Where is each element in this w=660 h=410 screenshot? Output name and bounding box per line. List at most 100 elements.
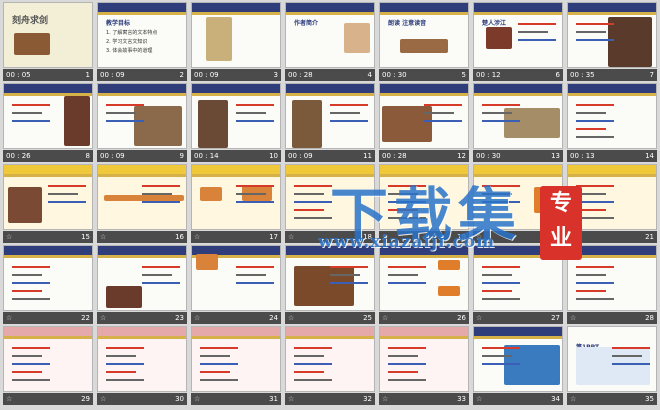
slide-preview[interactable] <box>379 245 469 311</box>
transition-icon: ☆ <box>194 233 201 241</box>
slide-thumbnail[interactable]: ☆ 15 <box>3 164 93 243</box>
slide-thumbnail[interactable]: 刻舟求剑 00 : 05 1 <box>3 2 93 81</box>
slide-preview[interactable] <box>191 326 281 392</box>
slide-preview[interactable] <box>285 245 375 311</box>
slide-thumbnail[interactable]: ☆ 24 <box>191 245 281 324</box>
slide-number: 29 <box>81 395 90 403</box>
slide-preview[interactable]: 刻舟求剑 <box>3 2 93 68</box>
slide-text-placeholder <box>482 120 520 122</box>
slide-thumbnail[interactable]: 00 : 09 11 <box>285 83 375 162</box>
slide-thumbnail[interactable]: 第1PPT ☆ 35 <box>567 326 657 405</box>
slide-thumbnail[interactable]: 楚人涉江 00 : 12 6 <box>473 2 563 81</box>
slide-image <box>200 187 222 201</box>
slide-text-placeholder <box>388 371 418 373</box>
slide-thumbnail[interactable]: ☆ 19 <box>379 164 469 243</box>
slide-header-stripe <box>286 255 374 258</box>
slide-preview[interactable] <box>191 2 281 68</box>
slide-thumbnail[interactable]: 00 : 13 14 <box>567 83 657 162</box>
slide-thumbnail[interactable]: ☆ 29 <box>3 326 93 405</box>
slide-text-placeholder <box>388 209 418 211</box>
slide-preview[interactable] <box>567 83 657 149</box>
slide-meta-bar: ☆ 28 <box>567 312 657 324</box>
slide-thumbnail[interactable]: ☆ 30 <box>97 326 187 405</box>
slide-preview[interactable] <box>285 83 375 149</box>
slide-preview[interactable]: 第1PPT <box>567 326 657 392</box>
slide-thumbnail[interactable]: 00 : 26 8 <box>3 83 93 162</box>
slide-text-placeholder <box>482 112 512 114</box>
slide-text-placeholder <box>142 266 180 268</box>
slide-preview[interactable] <box>97 164 187 230</box>
slide-thumbnail[interactable]: ☆ 17 <box>191 164 281 243</box>
slide-preview[interactable] <box>473 83 563 149</box>
slide-preview[interactable] <box>473 326 563 392</box>
slide-header-stripe <box>568 174 656 177</box>
slide-preview[interactable] <box>379 164 469 230</box>
slide-header-stripe <box>380 174 468 177</box>
slide-thumbnail[interactable]: ☆ 22 <box>3 245 93 324</box>
slide-thumbnail[interactable]: 朗读 注意读音 00 : 30 5 <box>379 2 469 81</box>
slide-timing: 00 : 13 <box>570 152 595 160</box>
slide-meta-bar: 00 : 30 5 <box>379 69 469 81</box>
slide-preview[interactable]: 朗读 注意读音 <box>379 2 469 68</box>
slide-preview[interactable] <box>3 245 93 311</box>
slide-preview[interactable] <box>3 164 93 230</box>
transition-icon: ☆ <box>6 314 13 322</box>
slide-thumbnail[interactable]: 00 : 09 9 <box>97 83 187 162</box>
slide-preview[interactable]: 教学目标 1. 了解寓言的文本特点 2. 学习文言文知识 3. 体会故事中的道理 <box>97 2 187 68</box>
slide-thumbnail[interactable]: ☆ 33 <box>379 326 469 405</box>
slide-preview[interactable] <box>191 83 281 149</box>
transition-icon: ☆ <box>6 395 13 403</box>
slide-preview[interactable] <box>97 326 187 392</box>
slide-text-placeholder <box>330 112 360 114</box>
slide-thumbnail[interactable]: ☆ 18 <box>285 164 375 243</box>
slide-preview[interactable] <box>97 83 187 149</box>
slide-preview[interactable] <box>191 245 281 311</box>
slide-text-placeholder <box>106 371 136 373</box>
slide-thumbnail[interactable]: 教学目标 1. 了解寓言的文本特点 2. 学习文言文知识 3. 体会故事中的道理 00 … <box>97 2 187 81</box>
slide-thumbnail[interactable]: 00 : 14 10 <box>191 83 281 162</box>
slide-header-bar <box>380 327 468 336</box>
slide-text-placeholder <box>142 274 172 276</box>
slide-header-bar <box>380 3 468 12</box>
slide-number: 9 <box>179 152 184 160</box>
slide-timing: 00 : 26 <box>6 152 31 160</box>
slide-thumbnail[interactable]: ☆ 25 <box>285 245 375 324</box>
slide-thumbnail[interactable]: 作者简介 00 : 28 4 <box>285 2 375 81</box>
slide-text-placeholder <box>236 282 274 284</box>
slide-text-placeholder <box>106 120 144 122</box>
slide-header-bar <box>4 165 92 174</box>
slide-preview[interactable] <box>97 245 187 311</box>
slide-thumbnail[interactable]: ☆ 31 <box>191 326 281 405</box>
slide-text-placeholder <box>576 120 614 122</box>
slide-text-placeholder <box>12 363 50 365</box>
slide-thumbnail[interactable]: ☆ 32 <box>285 326 375 405</box>
slide-text-placeholder <box>388 266 426 268</box>
slide-preview[interactable] <box>191 164 281 230</box>
slide-preview[interactable]: 楚人涉江 <box>473 2 563 68</box>
slide-preview[interactable]: 作者简介 <box>285 2 375 68</box>
slide-thumbnail[interactable]: ☆ 16 <box>97 164 187 243</box>
slide-meta-bar: 00 : 26 8 <box>3 150 93 162</box>
slide-thumbnail[interactable]: ☆ 26 <box>379 245 469 324</box>
slide-thumbnail[interactable]: 00 : 28 12 <box>379 83 469 162</box>
slide-preview[interactable] <box>3 326 93 392</box>
slide-timing: 00 : 12 <box>476 71 501 79</box>
slide-text-placeholder <box>388 355 418 357</box>
slide-preview[interactable] <box>3 83 93 149</box>
slide-thumbnail[interactable]: 00 : 35 7 <box>567 2 657 81</box>
slide-thumbnail[interactable]: 00 : 30 13 <box>473 83 563 162</box>
slide-text-placeholder <box>236 120 274 122</box>
slide-preview[interactable] <box>379 326 469 392</box>
slide-timing: 00 : 09 <box>194 71 219 79</box>
slide-thumbnail[interactable]: ☆ 34 <box>473 326 563 405</box>
slide-preview[interactable] <box>285 326 375 392</box>
slide-number: 16 <box>175 233 184 241</box>
slide-preview[interactable] <box>285 164 375 230</box>
slide-preview[interactable] <box>379 83 469 149</box>
slide-preview[interactable] <box>567 2 657 68</box>
slide-text-placeholder <box>142 282 180 284</box>
slide-number: 21 <box>645 233 654 241</box>
slide-thumbnail[interactable]: 00 : 09 3 <box>191 2 281 81</box>
slide-text-placeholder <box>482 290 512 292</box>
slide-thumbnail[interactable]: ☆ 23 <box>97 245 187 324</box>
